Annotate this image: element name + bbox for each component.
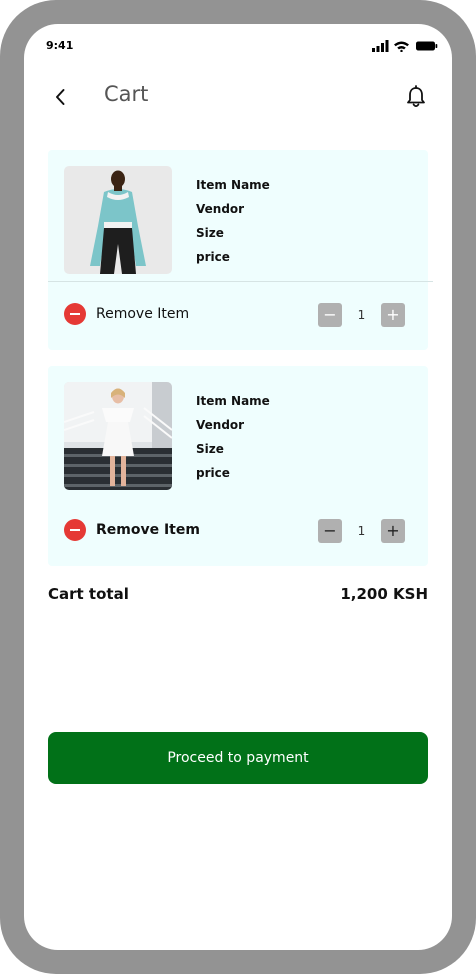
product-image[interactable] [64, 382, 172, 490]
bell-icon [407, 85, 425, 108]
minus-circle-icon [64, 519, 86, 541]
status-time: 9:41 [46, 39, 74, 52]
increase-quantity-button[interactable]: + [381, 519, 405, 543]
item-size: Size [196, 442, 224, 456]
item-size: Size [196, 226, 224, 240]
item-name: Item Name [196, 394, 270, 408]
quantity-value: 1 [357, 308, 366, 322]
back-button[interactable] [50, 86, 72, 108]
item-details: Item Name Vendor Size price [196, 176, 270, 272]
screen: 9:41 Cart Item Name Vendor Size price Re… [24, 24, 452, 950]
item-vendor: Vendor [196, 202, 245, 216]
item-details: Item Name Vendor Size price [196, 392, 270, 488]
page-title: Cart [104, 82, 149, 106]
cart-item-card: Item Name Vendor Size price Remove Item … [48, 150, 433, 350]
signal-icon [372, 40, 389, 52]
decrease-quantity-button[interactable]: − [318, 303, 342, 327]
chevron-left-icon [56, 89, 65, 105]
cart-item-card: Item Name Vendor Size price Remove Item … [48, 366, 428, 566]
remove-item-label: Remove Item [96, 522, 200, 538]
card-divider [48, 281, 433, 282]
phone-frame: 9:41 Cart Item Name Vendor Size price Re… [0, 0, 476, 974]
cart-total-label: Cart total [48, 585, 129, 603]
remove-item-label: Remove Item [96, 306, 190, 322]
status-icons [372, 40, 438, 52]
minus-circle-icon [64, 303, 86, 325]
remove-item-button[interactable]: Remove Item [64, 519, 200, 541]
item-vendor: Vendor [196, 418, 245, 432]
product-image[interactable] [64, 166, 172, 274]
quantity-value: 1 [357, 524, 366, 538]
increase-quantity-button[interactable]: + [381, 303, 405, 327]
wifi-icon [394, 41, 409, 52]
status-bar: 9:41 [24, 24, 452, 68]
decrease-quantity-button[interactable]: − [318, 519, 342, 543]
item-name: Item Name [196, 178, 270, 192]
proceed-to-payment-button[interactable]: Proceed to payment [48, 732, 428, 784]
cart-total-row: Cart total 1,200 KSH [48, 585, 428, 607]
remove-item-button[interactable]: Remove Item [64, 303, 189, 325]
item-price: price [196, 466, 230, 480]
item-price: price [196, 250, 230, 264]
cart-total-value: 1,200 KSH [340, 585, 428, 603]
notifications-button[interactable] [405, 85, 427, 109]
battery-icon [416, 41, 438, 51]
